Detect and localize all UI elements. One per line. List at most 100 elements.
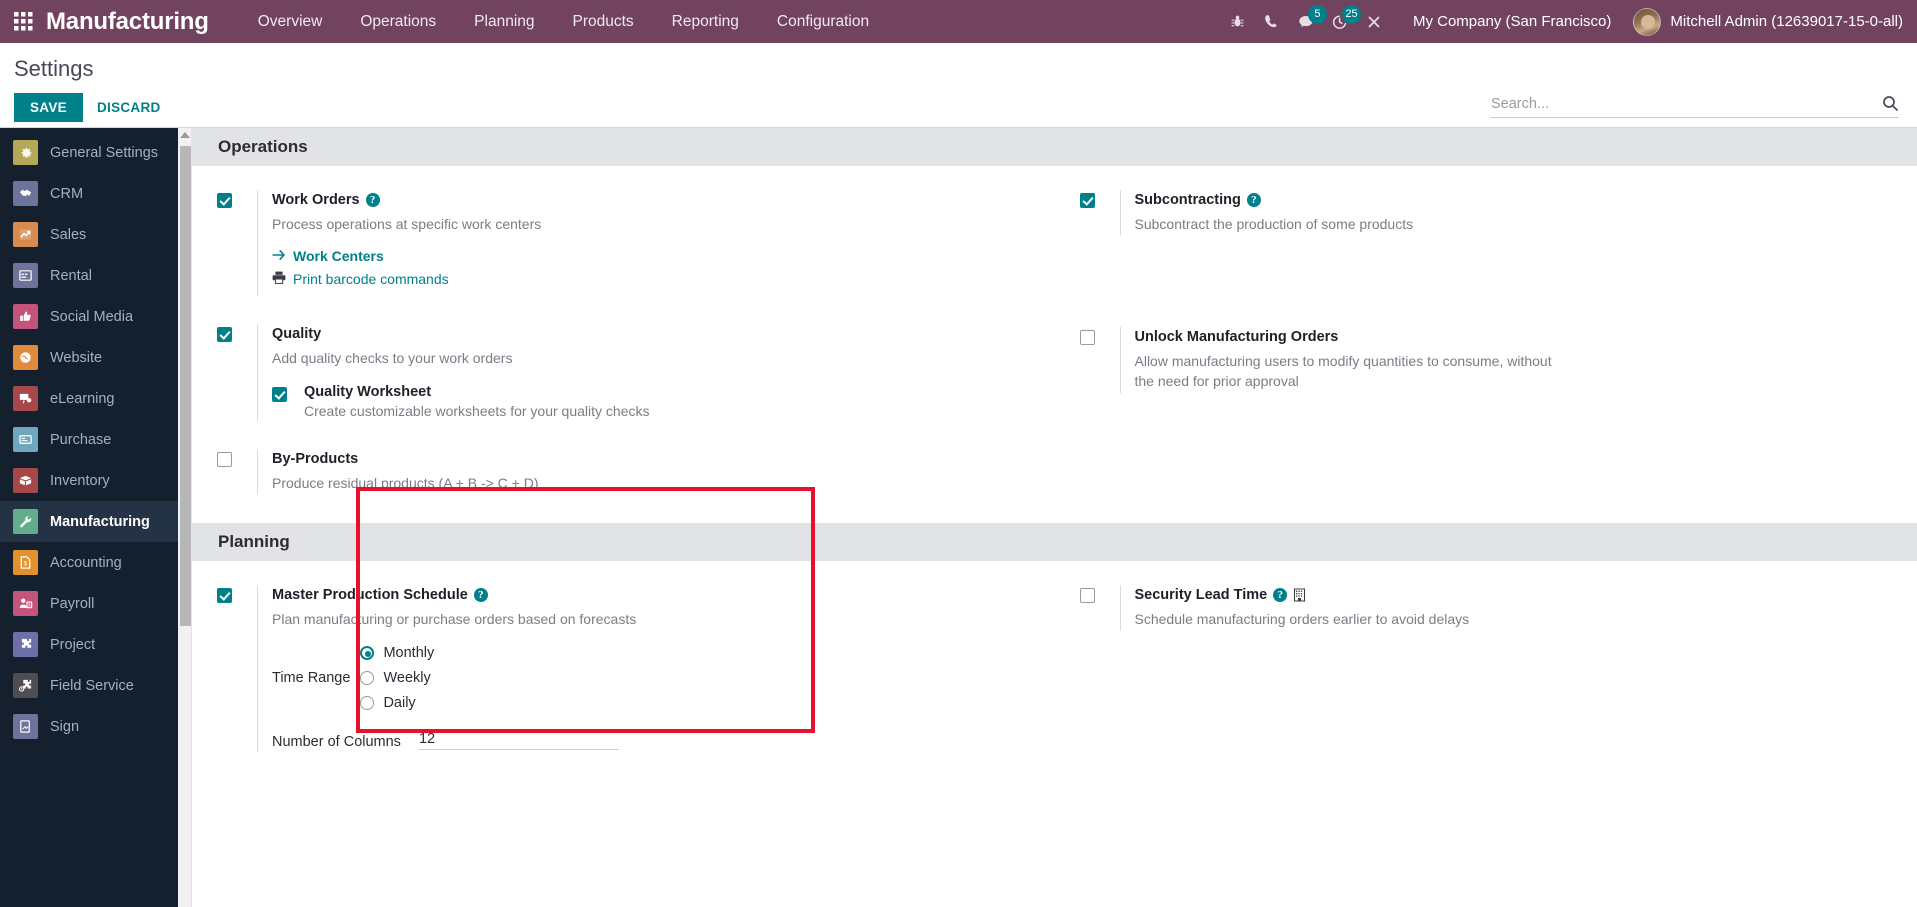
- unlock-manufacturing-orders-checkbox[interactable]: [1079, 330, 1095, 345]
- messages-icon[interactable]: 5: [1289, 0, 1327, 43]
- subcontracting-checkbox[interactable]: [1079, 193, 1095, 208]
- gear-icon: [13, 140, 38, 165]
- sidebar-item-crm[interactable]: CRM: [0, 173, 178, 214]
- sign-doc-icon: [13, 714, 38, 739]
- sidebar-item-general-settings[interactable]: General Settings: [0, 132, 178, 173]
- menu-item-reporting[interactable]: Reporting: [653, 0, 758, 43]
- settings-pane: Operations Work Orders ? Process operati…: [178, 128, 1917, 907]
- sidebar-item-manufacturing[interactable]: Manufacturing: [0, 501, 178, 542]
- by-products-label: By-Products: [272, 451, 359, 467]
- sidebar-item-label: Purchase: [50, 431, 112, 448]
- page-title: Settings: [14, 56, 94, 81]
- menu-item-operations[interactable]: Operations: [341, 0, 455, 43]
- scrollbar-thumb[interactable]: [180, 146, 191, 626]
- unlock-manufacturing-orders-title-row: Unlock Manufacturing Orders: [1135, 327, 1898, 347]
- sidebar-item-label: Accounting: [50, 554, 122, 571]
- calendar-icon: [13, 263, 38, 288]
- sidebar-item-purchase[interactable]: Purchase: [0, 419, 178, 460]
- master-production-schedule-description: Plan manufacturing or purchase orders ba…: [272, 611, 637, 627]
- scroll-up-arrow-icon[interactable]: [179, 132, 190, 138]
- master-production-schedule-checkbox[interactable]: [217, 588, 232, 603]
- work-orders-checkbox-wrap: [217, 190, 257, 296]
- by-products-checkbox[interactable]: [217, 452, 232, 467]
- quality-description: Add quality checks to your work orders: [272, 350, 513, 366]
- field-service-icon: [13, 673, 38, 698]
- svg-text:$: $: [24, 560, 28, 567]
- master-production-schedule-title-row: Master Production Schedule ?: [272, 585, 1035, 605]
- work-orders-description: Process operations at specific work cent…: [272, 216, 542, 232]
- settings-scrollbar[interactable]: [178, 128, 192, 907]
- apps-grid-icon[interactable]: [0, 0, 46, 43]
- invoice-icon: $: [13, 550, 38, 575]
- help-icon[interactable]: ?: [1273, 588, 1288, 602]
- sidebar-item-label: Project: [50, 636, 96, 653]
- save-button[interactable]: SAVE: [14, 93, 83, 122]
- sidebar-item-social-media[interactable]: Social Media: [0, 296, 178, 337]
- planning-left-column: Master Production Schedule ? Plan manufa…: [192, 585, 1055, 780]
- number-of-columns-field: Number of Columns: [272, 731, 1035, 750]
- close-icon[interactable]: [1357, 0, 1391, 43]
- time-range-option-weekly[interactable]: Weekly: [360, 670, 434, 686]
- subcontracting-body: Subcontracting ? Subcontract the product…: [1119, 190, 1898, 236]
- sidebar-item-label: Inventory: [50, 472, 110, 489]
- radio-daily[interactable]: [360, 696, 375, 710]
- company-selector[interactable]: My Company (San Francisco): [1391, 13, 1627, 30]
- setting-subcontracting: Subcontracting ? Subcontract the product…: [1079, 190, 1898, 236]
- menu-item-overview[interactable]: Overview: [239, 0, 342, 43]
- sidebar-item-elearning[interactable]: eLearning: [0, 378, 178, 419]
- sidebar-item-inventory[interactable]: Inventory: [0, 460, 178, 501]
- work-orders-body: Work Orders ? Process operations at spec…: [257, 190, 1035, 296]
- help-icon[interactable]: ?: [1246, 193, 1261, 207]
- section-header-operations: Operations: [192, 128, 1917, 166]
- master-production-schedule-checkbox-wrap: [217, 585, 257, 752]
- quality-checkbox[interactable]: [217, 327, 232, 342]
- security-lead-time-description: Schedule manufacturing orders earlier to…: [1134, 611, 1470, 627]
- help-icon[interactable]: ?: [365, 193, 380, 207]
- security-lead-time-checkbox[interactable]: [1079, 588, 1095, 603]
- sidebar-item-label: CRM: [50, 185, 84, 202]
- discard-button[interactable]: DISCARD: [83, 93, 175, 122]
- user-menu[interactable]: Mitchell Admin (12639017-15-0-all): [1627, 7, 1903, 36]
- sidebar-item-field-service[interactable]: Field Service: [0, 665, 178, 706]
- menu-item-planning[interactable]: Planning: [455, 0, 553, 43]
- search-input[interactable]: [1491, 95, 1882, 112]
- person-money-icon: $: [13, 591, 38, 616]
- time-range-field: Time Range Monthly Weekly Daily: [272, 645, 1035, 711]
- time-range-option-monthly[interactable]: Monthly: [360, 645, 434, 661]
- quality-worksheet-checkbox[interactable]: [272, 387, 287, 402]
- radio-weekly[interactable]: [360, 671, 375, 685]
- activities-clock-icon[interactable]: 25: [1323, 0, 1361, 43]
- sidebar-item-sales[interactable]: Sales: [0, 214, 178, 255]
- phone-icon[interactable]: [1255, 0, 1289, 43]
- operations-left-column: Work Orders ? Process operations at spec…: [192, 190, 1055, 523]
- radio-monthly[interactable]: [360, 646, 375, 660]
- number-of-columns-input[interactable]: [418, 731, 619, 750]
- app-brand-title[interactable]: Manufacturing: [46, 8, 209, 36]
- bug-icon[interactable]: [1221, 0, 1255, 43]
- sidebar-item-sign[interactable]: Sign: [0, 706, 178, 747]
- sidebar-item-project[interactable]: Project: [0, 624, 178, 665]
- print-barcode-commands-link[interactable]: Print barcode commands: [272, 271, 1035, 287]
- help-icon[interactable]: ?: [473, 588, 488, 602]
- work-orders-checkbox[interactable]: [217, 193, 232, 208]
- setting-master-production-schedule: Master Production Schedule ? Plan manufa…: [217, 585, 1035, 752]
- sidebar-item-label: Sales: [50, 226, 87, 243]
- presentation-icon: [13, 386, 38, 411]
- sidebar-item-payroll[interactable]: $ Payroll: [0, 583, 178, 624]
- search-icon[interactable]: [1882, 95, 1899, 112]
- settings-sidebar: General Settings CRM Sales Rental Social…: [0, 128, 178, 907]
- sidebar-item-accounting[interactable]: $ Accounting: [0, 542, 178, 583]
- navbar-right-tools: 5 25 My Company (San Francisco) Mitchell…: [1221, 0, 1917, 43]
- setting-security-lead-time: Security Lead Time ? Schedule manufactur…: [1079, 585, 1898, 631]
- wrench-icon: [13, 509, 38, 534]
- menu-item-configuration[interactable]: Configuration: [758, 0, 888, 43]
- time-range-option-daily[interactable]: Daily: [360, 695, 434, 711]
- building-icon[interactable]: [1293, 588, 1306, 602]
- security-lead-time-body: Security Lead Time ? Schedule manufactur…: [1119, 585, 1898, 631]
- sidebar-item-rental[interactable]: Rental: [0, 255, 178, 296]
- radio-daily-label: Daily: [383, 695, 416, 711]
- menu-item-products[interactable]: Products: [554, 0, 653, 43]
- sidebar-item-website[interactable]: Website: [0, 337, 178, 378]
- work-centers-link[interactable]: Work Centers: [272, 248, 1035, 264]
- subcontracting-label: Subcontracting: [1134, 192, 1241, 208]
